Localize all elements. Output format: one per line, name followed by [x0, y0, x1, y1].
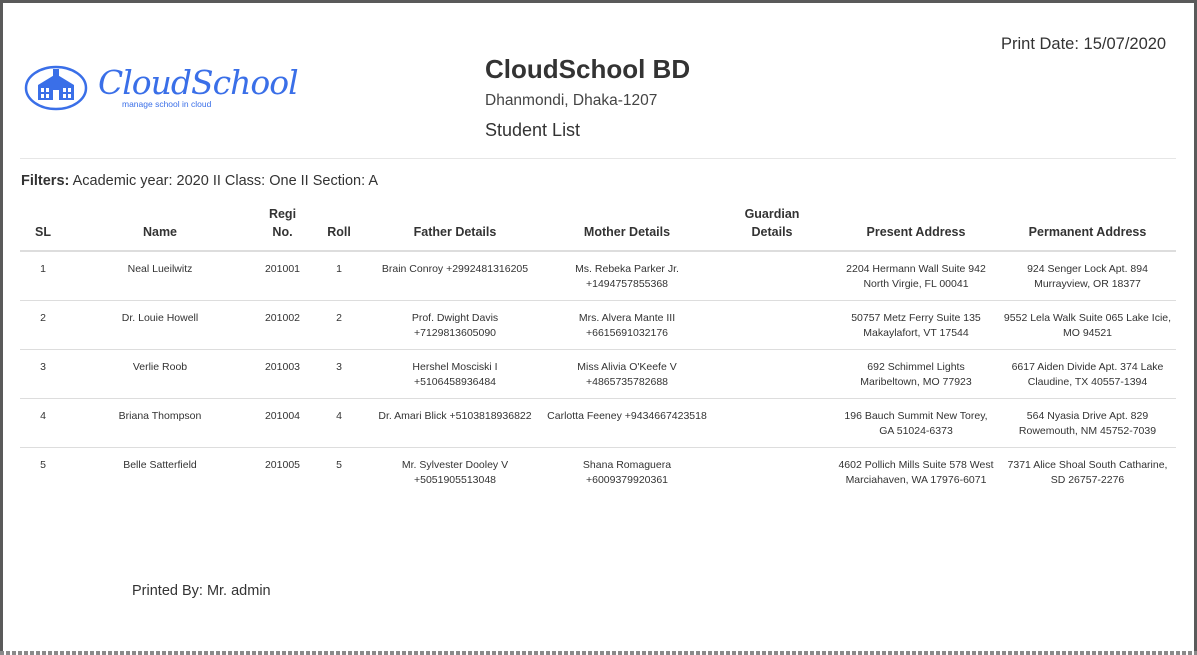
cell-roll: 2 [311, 300, 367, 350]
cell-regi-no: 201005 [254, 447, 311, 496]
cell-father-details: Mr. Sylvester Dooley V +5051905513048 [367, 447, 543, 496]
student-table: SL Name Regi No. Roll Father Details Mot… [20, 195, 1176, 496]
cell-guardian-details [711, 447, 833, 496]
cell-mother-details: Miss Alivia O'Keefe V +4865735782688 [543, 349, 711, 399]
col-header-sl: SL [20, 195, 66, 252]
cell-mother-details: Shana Romaguera +6009379920361 [543, 447, 711, 496]
col-header-regi-line2: No. [272, 225, 293, 239]
school-name: CloudSchool BD [485, 54, 691, 84]
cell-present-address: 196 Bauch Summit New Torey, GA 51024-637… [833, 398, 999, 448]
col-header-regi-no: Regi No. [254, 195, 311, 252]
cell-permanent-address: 6617 Aiden Divide Apt. 374 Lake Claudine… [999, 349, 1176, 399]
table-header-row: SL Name Regi No. Roll Father Details Mot… [20, 195, 1176, 252]
cell-name: Belle Satterfield [66, 447, 254, 496]
school-building-icon [24, 65, 88, 111]
cell-regi-no: 201004 [254, 398, 311, 448]
cell-mother-details: Mrs. Alvera Mante III +6615691032176 [543, 300, 711, 350]
school-address: Dhanmondi, Dhaka-1207 [485, 92, 658, 109]
cell-guardian-details [711, 300, 833, 350]
col-header-name: Name [66, 195, 254, 252]
cell-present-address: 692 Schimmel Lights Maribeltown, MO 7792… [833, 349, 999, 399]
cell-present-address: 4602 Pollich Mills Suite 578 West Marcia… [833, 447, 999, 496]
cell-present-address: 50757 Metz Ferry Suite 135 Makaylafort, … [833, 300, 999, 350]
cell-permanent-address: 924 Senger Lock Apt. 894 Murrayview, OR … [1027, 263, 1148, 290]
cell-roll: 5 [311, 447, 367, 496]
cell-sl: 3 [20, 349, 66, 399]
filters-label: Filters: [21, 173, 70, 189]
cell-father-details: Hershel Mosciski I +5106458936484 [367, 349, 543, 399]
print-date: Print Date: 15/07/2020 [1001, 35, 1167, 53]
cell-name: Briana Thompson [66, 398, 254, 448]
table-row: 3 Verlie Roob 201003 3 Hershel Mosciski … [20, 349, 1176, 399]
cell-father-details: Prof. Dwight Davis +7129813605090 [367, 300, 543, 350]
col-header-father: Father Details [367, 195, 543, 252]
cell-name: Neal Lueilwitz [127, 263, 193, 275]
cell-guardian-details [711, 398, 833, 448]
cell-father-details: Dr. Amari Blick +5103818936822 [367, 398, 543, 448]
header-divider [20, 158, 1176, 159]
table-row: 2 Dr. Louie Howell 201002 2 Prof. Dwight… [20, 300, 1176, 350]
col-header-guardian-line2: Details [751, 225, 793, 239]
table-row: 5 Belle Satterfield 201005 5 Mr. Sylvest… [20, 447, 1176, 496]
cell-regi-no: 201003 [254, 349, 311, 399]
col-header-guardian-line1: Guardian [744, 207, 800, 221]
cell-name: Verlie Roob [66, 349, 254, 399]
printed-by: Printed By: Mr. admin [132, 583, 271, 599]
cell-roll: 4 [311, 398, 367, 448]
school-logo: CloudSchool manage school in cloud [24, 63, 299, 115]
table-row: 1 Neal Lueilwitz 201001 1 Brain Conroy +… [20, 251, 1176, 301]
logo-wordmark: CloudSchool [98, 63, 299, 102]
cell-mother-details: Ms. Rebeka Parker Jr. +1494757855368 [575, 263, 679, 290]
col-header-roll: Roll [311, 195, 367, 252]
page-bottom-edge [0, 651, 1197, 655]
col-header-mother: Mother Details [543, 195, 711, 252]
cell-sl: 5 [20, 447, 66, 496]
col-header-present-address: Present Address [833, 195, 999, 252]
cell-permanent-address: 7371 Alice Shoal South Catharine, SD 267… [999, 447, 1176, 496]
cell-guardian-details [711, 349, 833, 399]
cell-guardian-details [711, 251, 833, 301]
cell-permanent-address: 9552 Lela Walk Suite 065 Lake Icie, MO 9… [999, 300, 1176, 350]
report-title: Student List [485, 120, 581, 140]
filters-line: Filters: Academic year: 2020 II Class: O… [21, 173, 378, 189]
cell-sl: 1 [40, 263, 46, 275]
cell-roll: 3 [311, 349, 367, 399]
cell-permanent-address: 564 Nyasia Drive Apt. 829 Rowemouth, NM … [999, 398, 1176, 448]
cell-present-address: 2204 Hermann Wall Suite 942 North Virgie… [846, 263, 986, 290]
cell-regi-no: 201001 [264, 263, 301, 275]
cell-father-details: Brain Conroy +2992481316205 [381, 263, 529, 275]
cell-sl: 2 [20, 300, 66, 350]
cell-name: Dr. Louie Howell [66, 300, 254, 350]
col-header-guardian: Guardian Details [711, 195, 833, 252]
cell-regi-no: 201002 [254, 300, 311, 350]
cell-roll: 1 [336, 263, 342, 275]
col-header-regi-line1: Regi [268, 207, 297, 221]
cell-mother-details: Carlotta Feeney +9434667423518 [543, 398, 711, 448]
cell-sl: 4 [20, 398, 66, 448]
filters-value: Academic year: 2020 II Class: One II Sec… [72, 173, 379, 189]
col-header-permanent-address: Permanent Address [999, 195, 1176, 252]
table-row: 4 Briana Thompson 201004 4 Dr. Amari Bli… [20, 398, 1176, 448]
logo-tagline: manage school in cloud [122, 99, 212, 109]
